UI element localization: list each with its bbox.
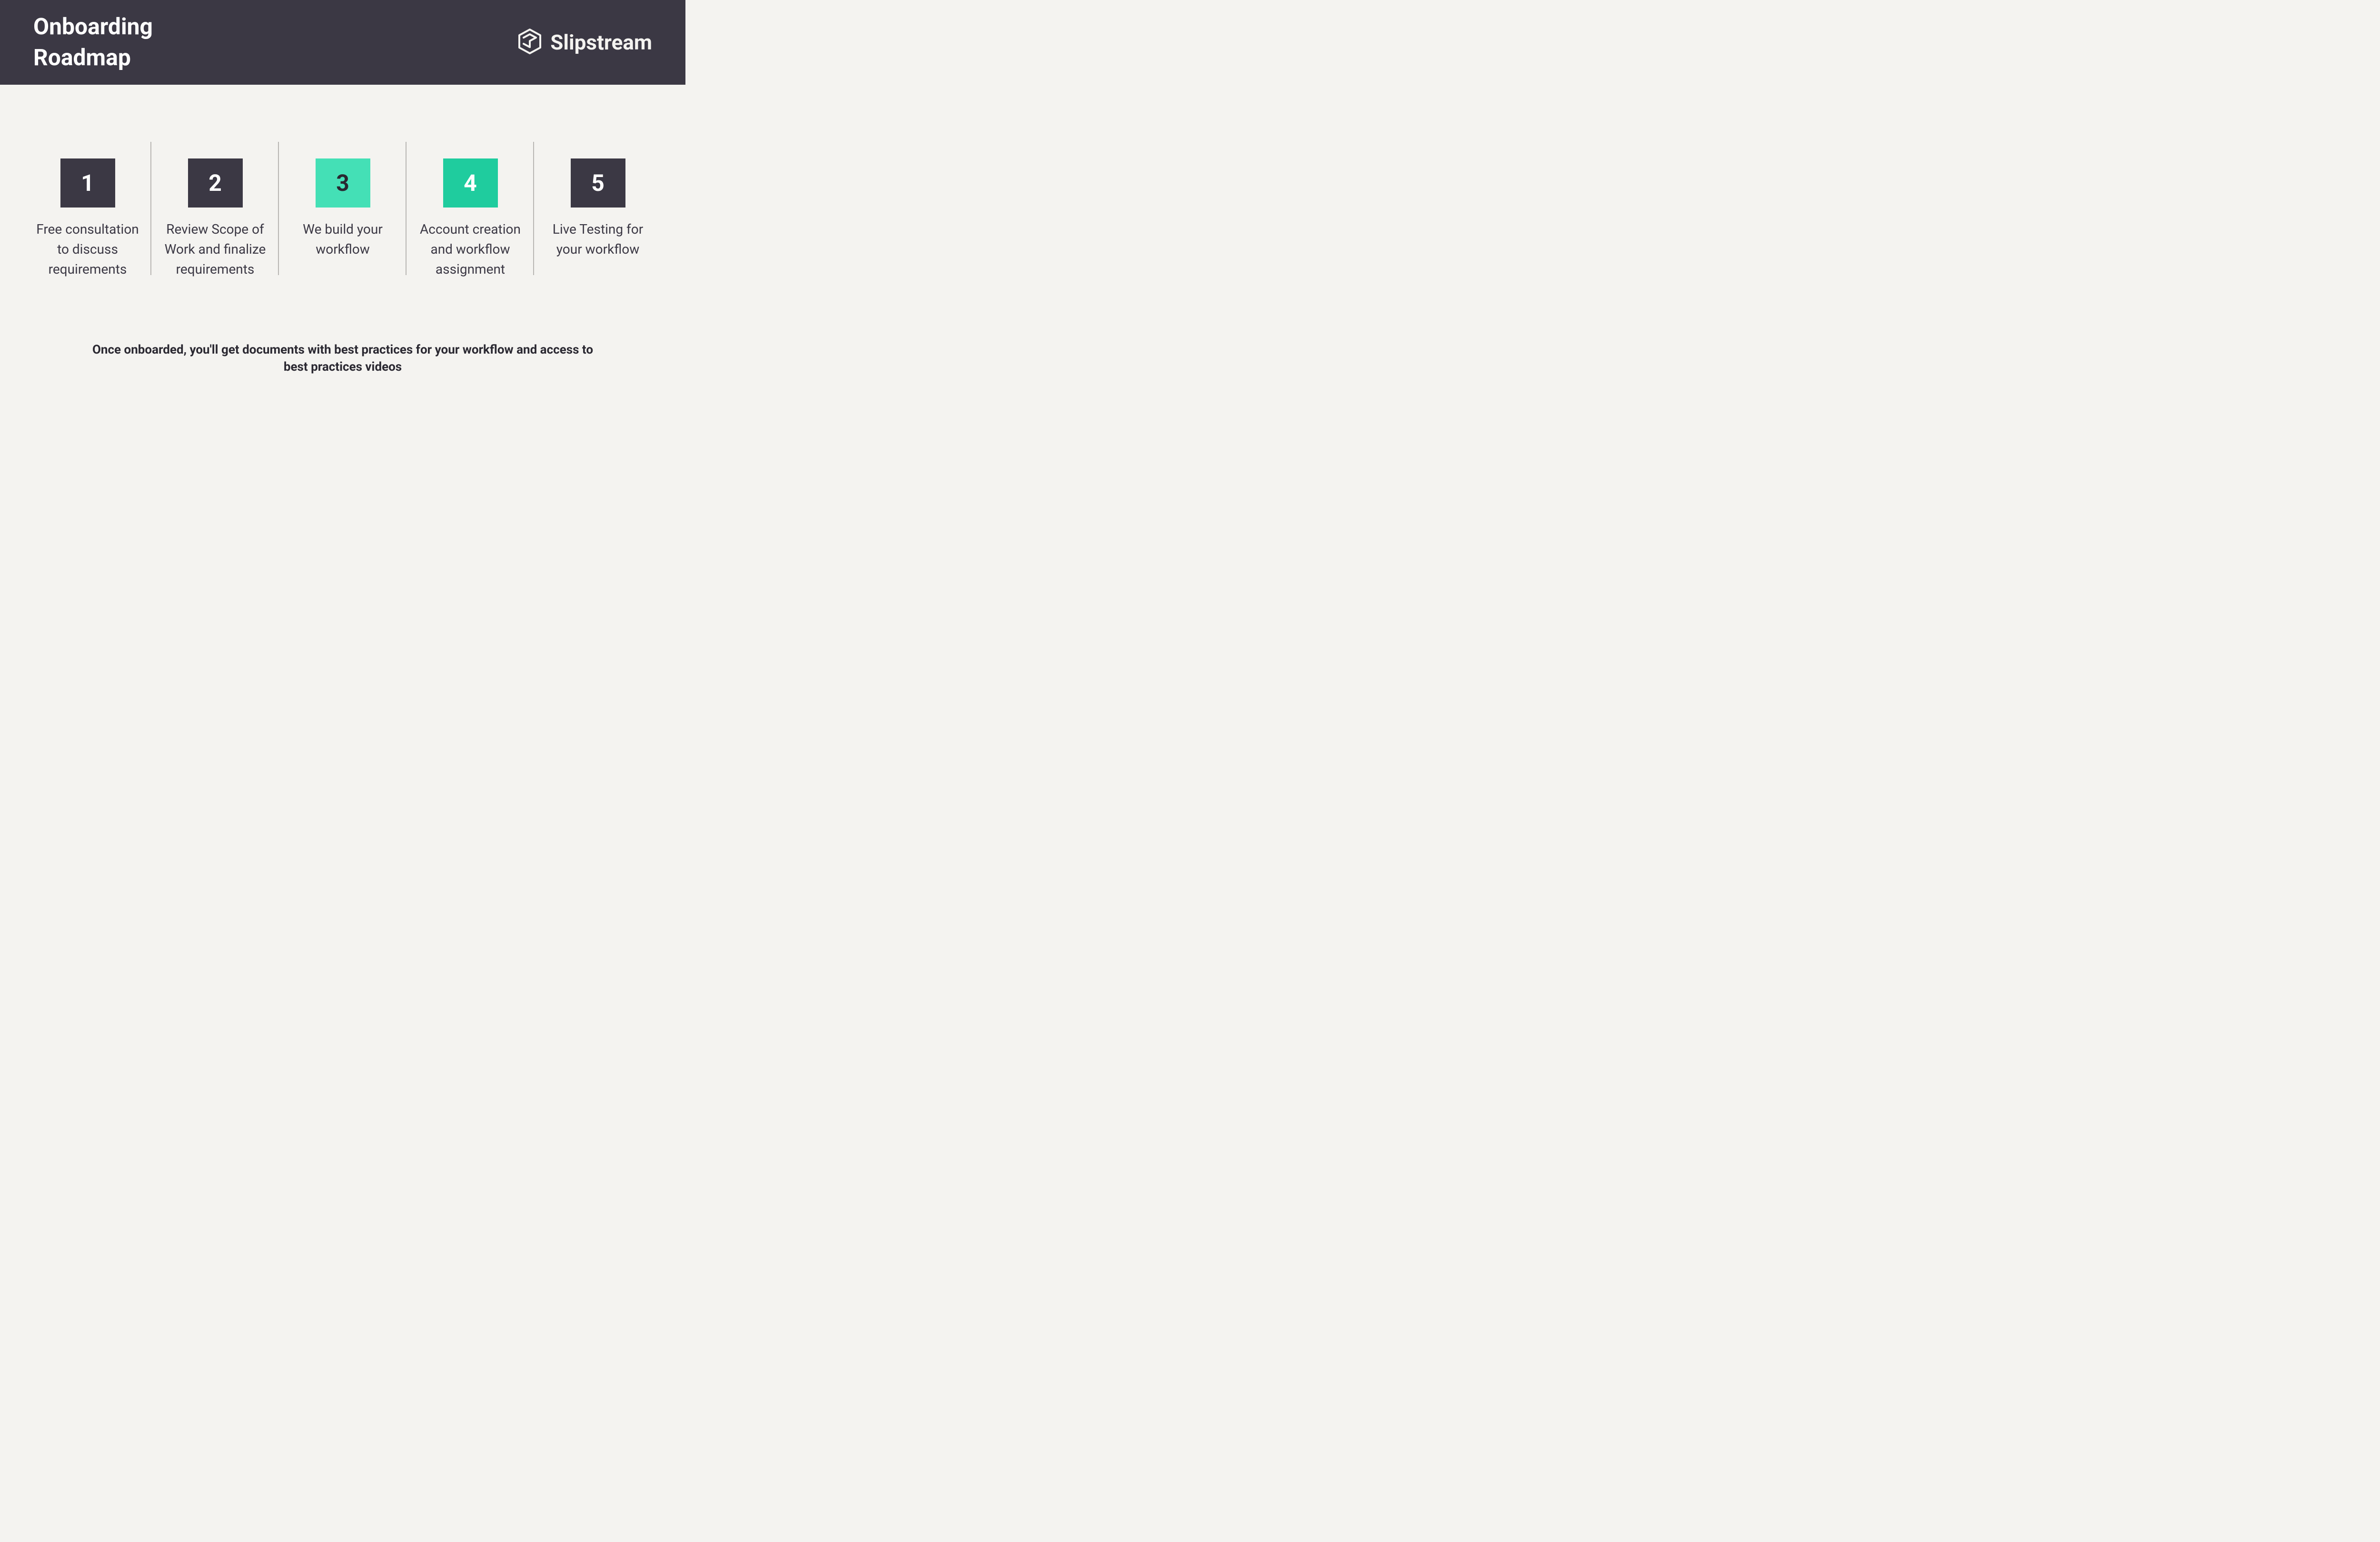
step-3: 3 We build your workflow <box>279 142 407 259</box>
title-line-1: Onboarding <box>33 13 153 40</box>
page-header: Onboarding Roadmap Slipstream <box>0 0 685 85</box>
step-2-number: 2 <box>188 158 243 208</box>
step-4-description: Account creation and workflow assignment <box>416 219 525 279</box>
footer-note: Once onboarded, you'll get documents wit… <box>0 341 685 376</box>
step-1-description: Free consultation to discuss requirement… <box>33 219 142 279</box>
step-4: 4 Account creation and workflow assignme… <box>407 142 534 279</box>
step-5: 5 Live Testing for your workflow <box>534 142 662 259</box>
step-2-description: Review Scope of Work and finalize requir… <box>161 219 269 279</box>
brand-name: Slipstream <box>550 30 652 55</box>
step-3-number: 3 <box>316 158 370 208</box>
step-1: 1 Free consultation to discuss requireme… <box>24 142 151 279</box>
step-3-description: We build your workflow <box>288 219 397 259</box>
step-2: 2 Review Scope of Work and finalize requ… <box>151 142 279 279</box>
brand: Slipstream <box>518 28 652 57</box>
step-5-number: 5 <box>571 158 625 208</box>
hexagon-logo-icon <box>518 28 542 57</box>
step-4-number: 4 <box>443 158 498 208</box>
title-line-2: Roadmap <box>33 44 131 71</box>
step-5-description: Live Testing for your workflow <box>544 219 652 259</box>
step-1-number: 1 <box>60 158 115 208</box>
steps-row: 1 Free consultation to discuss requireme… <box>0 142 685 279</box>
page-title: Onboarding Roadmap <box>33 11 153 73</box>
